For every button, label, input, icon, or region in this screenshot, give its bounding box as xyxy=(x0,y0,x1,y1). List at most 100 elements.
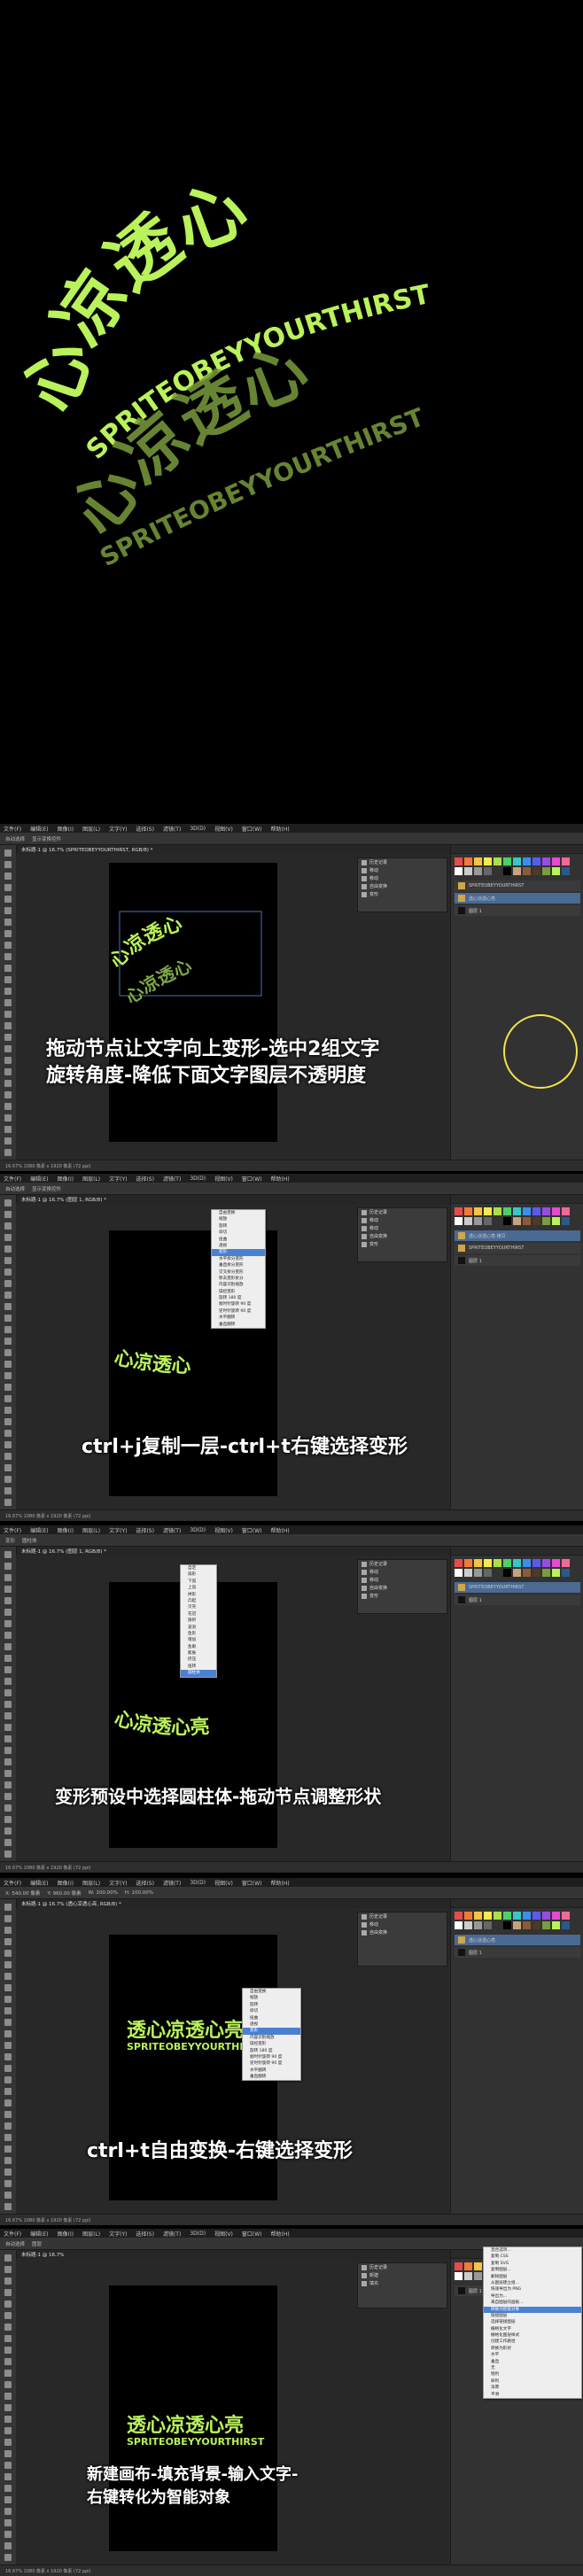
tool-icon[interactable] xyxy=(4,2122,12,2130)
tool-icon[interactable] xyxy=(4,907,12,914)
context-menu-item[interactable]: 增加 xyxy=(181,1637,216,1643)
menu-item[interactable]: 图层(L) xyxy=(82,2230,100,2238)
swatch[interactable] xyxy=(474,1559,482,1567)
context-menu-item[interactable]: 上弧 xyxy=(181,1585,216,1591)
swatch[interactable] xyxy=(474,2262,482,2270)
swatch[interactable] xyxy=(464,1912,472,1920)
tool-icon[interactable] xyxy=(4,1137,12,1144)
context-menu-item[interactable]: 移去变形拆分 xyxy=(212,1276,265,1282)
swatch[interactable] xyxy=(474,857,482,865)
swatch[interactable] xyxy=(552,1217,560,1225)
tool-icon[interactable] xyxy=(4,2289,12,2296)
menu-item[interactable]: 编辑(E) xyxy=(30,2230,48,2238)
menu-item[interactable]: 文件(F) xyxy=(4,825,21,833)
tool-icon[interactable] xyxy=(4,2203,12,2210)
tools-panel[interactable] xyxy=(0,845,17,1168)
tool-icon[interactable] xyxy=(4,1678,12,1685)
tool-icon[interactable] xyxy=(4,850,12,857)
tool-icon[interactable] xyxy=(4,1804,12,1812)
tools-panel[interactable] xyxy=(0,1195,17,1517)
context-menu-item[interactable]: 删除图层 xyxy=(484,2274,581,2280)
context-menu-item[interactable]: 操控变形 xyxy=(212,1289,265,1295)
tool-icon[interactable] xyxy=(4,1487,12,1494)
context-menu-item[interactable]: 转换为智能对象 xyxy=(484,2306,581,2313)
tool-icon[interactable] xyxy=(4,1476,12,1483)
tool-icon[interactable] xyxy=(4,1499,12,1506)
layer-row[interactable]: 图层 1 xyxy=(455,905,580,916)
menu-item[interactable]: 文件(F) xyxy=(4,1526,21,1534)
tool-icon[interactable] xyxy=(4,2065,12,2072)
menu-item[interactable]: 视图(V) xyxy=(214,2230,233,2238)
swatch[interactable] xyxy=(464,1207,472,1215)
layer-row[interactable]: 图层 1 xyxy=(455,1255,580,1266)
swatch[interactable] xyxy=(513,1217,521,1225)
swatch[interactable] xyxy=(503,1207,511,1215)
document-tab[interactable]: 未标题-1 @ 16.7% (图层 1, RGB/8) * xyxy=(16,1547,477,1556)
menu-item[interactable]: 编辑(E) xyxy=(30,1175,48,1183)
context-menu-item[interactable]: 拱形 xyxy=(181,1592,216,1598)
tool-icon[interactable] xyxy=(4,2335,12,2342)
context-menu-item[interactable]: 垂直拆分变形 xyxy=(212,1262,265,1269)
menu-item[interactable]: 选择(S) xyxy=(136,825,154,833)
tool-icon[interactable] xyxy=(4,1574,12,1581)
swatch[interactable] xyxy=(552,1912,560,1920)
swatch[interactable] xyxy=(532,867,540,875)
tool-icon[interactable] xyxy=(4,1280,12,1287)
menu-item[interactable]: 3D(D) xyxy=(190,1880,206,1886)
menu-item[interactable]: 滤镜(T) xyxy=(163,1175,181,1183)
context-menu-item[interactable]: 栅格化图层样式 xyxy=(484,2332,581,2339)
context-menu-item[interactable]: 变形 xyxy=(212,1249,265,1256)
context-menu-item[interactable]: 混合选项... xyxy=(484,2247,581,2254)
context-menu-item[interactable]: 犀利 xyxy=(484,2378,581,2385)
tool-icon[interactable] xyxy=(4,953,12,960)
art-cn[interactable]: 透心凉透心亮 xyxy=(127,2014,244,2043)
tool-icon[interactable] xyxy=(4,2157,12,2164)
art-en[interactable]: SPRITEOBEYYOURTHIRST xyxy=(127,2436,264,2448)
tool-icon[interactable] xyxy=(4,2393,12,2400)
swatch[interactable] xyxy=(494,1207,501,1215)
tool-icon[interactable] xyxy=(4,988,12,995)
tool-icon[interactable] xyxy=(4,1372,12,1379)
context-menu-item[interactable]: 从图层建立组... xyxy=(484,2280,581,2286)
context-menu-item[interactable]: 顺时针旋转 90 度 xyxy=(212,1301,265,1307)
layer-row[interactable]: 透心凉透心亮 拷贝 xyxy=(455,1230,580,1241)
menu-item[interactable]: 文字(Y) xyxy=(109,825,127,833)
tool-icon[interactable] xyxy=(4,1597,12,1604)
tool-icon[interactable] xyxy=(4,1701,12,1708)
tool-icon[interactable] xyxy=(4,1211,12,1218)
history-panel[interactable]: 历史记录 新建 填充 xyxy=(357,2262,447,2308)
tool-icon[interactable] xyxy=(4,1441,12,1448)
tool-icon[interactable] xyxy=(4,2254,12,2262)
layer-row[interactable]: 透心凉透心亮 xyxy=(455,1935,580,1945)
swatch[interactable] xyxy=(532,1217,540,1225)
menu-item[interactable]: 3D(D) xyxy=(190,1527,206,1533)
layer-context-menu[interactable]: 混合选项... 复制 CSS 复制 SVG 复制图层... 删除图层 从图层建立组... 快… xyxy=(483,2246,582,2399)
swatch[interactable] xyxy=(494,1912,501,1920)
context-menu-item[interactable]: 鱼眼 xyxy=(181,1644,216,1650)
menu-item[interactable]: 帮助(H) xyxy=(271,1879,290,1887)
tool-icon[interactable] xyxy=(4,2042,12,2049)
menu-item[interactable]: 文字(Y) xyxy=(109,1526,127,1534)
tool-icon[interactable] xyxy=(4,2519,12,2526)
context-menu-item[interactable]: 交叉拆分变形 xyxy=(212,1269,265,1276)
tool-icon[interactable] xyxy=(4,1269,12,1276)
tool-icon[interactable] xyxy=(4,2416,12,2423)
menu-item[interactable]: 帮助(H) xyxy=(271,2230,290,2238)
tool-icon[interactable] xyxy=(4,2485,12,2492)
tool-icon[interactable] xyxy=(4,1793,12,1800)
tool-icon[interactable] xyxy=(4,2404,12,2411)
tool-icon[interactable] xyxy=(4,1022,12,1029)
swatch[interactable] xyxy=(455,1207,463,1215)
tool-icon[interactable] xyxy=(4,2439,12,2446)
tool-icon[interactable] xyxy=(4,884,12,891)
menu-item[interactable]: 图像(I) xyxy=(58,1175,74,1183)
menu-item[interactable]: 文件(F) xyxy=(4,1175,21,1183)
tools-panel[interactable] xyxy=(0,1547,17,1869)
menu-item[interactable]: 图像(I) xyxy=(58,1879,74,1887)
context-menu-item[interactable]: 复制图层... xyxy=(484,2267,581,2273)
tool-icon[interactable] xyxy=(4,1973,12,1980)
swatch[interactable] xyxy=(562,1569,570,1577)
tools-panel[interactable] xyxy=(0,2250,17,2572)
tool-icon[interactable] xyxy=(4,2145,12,2153)
tool-icon[interactable] xyxy=(4,2180,12,2187)
